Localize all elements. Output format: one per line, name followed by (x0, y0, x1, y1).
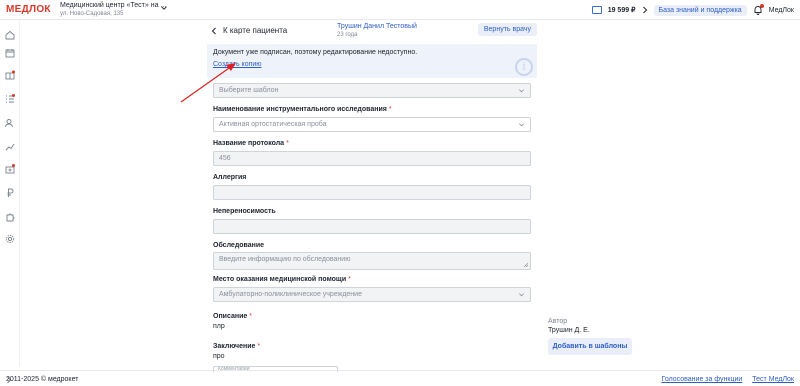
clinic-name: Медицинский центр «Тест» на ... (60, 2, 167, 9)
calendar-icon[interactable] (5, 48, 15, 58)
chevron-right-icon[interactable] (642, 6, 648, 14)
gift-icon[interactable] (5, 70, 15, 80)
description-value: плр (213, 323, 225, 330)
patient-name: Трушин Данил Тестовый (337, 23, 417, 30)
author-name: Трушин Д. Е. (548, 327, 590, 334)
add-to-templates-button[interactable]: Добавить в шаблоны (548, 338, 632, 355)
ruble-icon[interactable] (5, 188, 15, 198)
brand-label: МедЛок (768, 6, 794, 14)
study-value: Активная ортостатическая проба (219, 121, 327, 128)
author-block: Автор Трушин Д. Е. (548, 317, 590, 335)
conclusion-value: про (213, 353, 225, 360)
create-copy-link[interactable]: Создать копию (213, 61, 262, 68)
footer-links: Голосование за функции Тест МедЛок (662, 376, 794, 383)
exam-placeholder: Введите информацию по обследованию (219, 256, 351, 263)
chevron-down-icon (519, 123, 524, 127)
patient-age: 23 года (337, 32, 358, 38)
protocol-input[interactable]: 456 (213, 151, 531, 166)
protocol-value: 456 (219, 155, 231, 162)
template-placeholder: Выберите шаблон (219, 87, 279, 94)
chevron-down-icon (519, 89, 524, 93)
description-label: Описание * (213, 313, 253, 320)
template-select[interactable]: Выберите шаблон (213, 83, 531, 98)
chevron-down-icon[interactable] (160, 4, 168, 12)
vote-link[interactable]: Голосование за функции (662, 376, 743, 383)
place-select[interactable]: Амбулаторно-поликлиническое учреждение (213, 287, 531, 302)
back-to-card-link[interactable]: К карте пациента (211, 26, 287, 35)
footer: 2011-2025 © медрокет Голосование за функ… (0, 370, 800, 386)
study-select[interactable]: Активная ортостатическая проба (213, 117, 531, 132)
return-to-doctor-button[interactable]: Вернуть врачу (477, 23, 537, 36)
clinic-selector[interactable]: Медицинский центр «Тест» на ... ул. Ново… (60, 1, 166, 19)
top-right-controls: 19 599 ₽ База знаний и поддержка МедЛок (591, 2, 794, 18)
copyright: 2011-2025 © медрокет (6, 376, 79, 383)
sidebar (0, 20, 20, 384)
conclusion-label: Заключение * (213, 343, 261, 350)
place-value: Амбулаторно-поликлиническое учреждение (219, 291, 362, 298)
notification-dot (759, 4, 764, 8)
tasks-icon[interactable] (5, 94, 15, 104)
analytics-icon[interactable] (5, 142, 15, 152)
top-bar: МЕДЛОК Медицинский центр «Тест» на ... у… (0, 0, 800, 20)
home-icon[interactable] (5, 30, 15, 40)
patients-icon[interactable] (5, 118, 15, 128)
logo[interactable]: МЕДЛОК (6, 4, 51, 15)
info-icon: i (515, 58, 533, 76)
author-label: Автор (548, 318, 568, 325)
allergy-input[interactable] (213, 185, 531, 200)
intolerance-label: Непереносимость (213, 208, 276, 215)
test-link[interactable]: Тест МедЛок (752, 376, 794, 383)
settings-icon[interactable] (5, 234, 15, 244)
balance[interactable]: 19 599 ₽ (608, 6, 636, 14)
wallet-icon (591, 6, 602, 14)
knowledge-base-button[interactable]: База знаний и поддержка (653, 4, 747, 16)
exam-label: Обследование (213, 242, 265, 249)
exam-textarea[interactable]: Введите информацию по обследованию (213, 252, 531, 270)
puzzle-icon[interactable] (5, 212, 15, 222)
place-label: Место оказания медицинской помощи * (213, 276, 351, 283)
patient-info[interactable]: Трушин Данил Тестовый 23 года (337, 22, 417, 40)
protocol-label: Название протокола * (213, 140, 289, 147)
signed-notice: Документ уже подписан, поэтому редактиро… (207, 44, 537, 78)
clinic-address: ул. Ново-Садовая, 135 (60, 11, 124, 17)
chevron-down-icon (519, 293, 524, 297)
medkit-icon[interactable] (5, 164, 15, 174)
chevron-left-icon (211, 27, 216, 34)
bell-icon[interactable] (753, 4, 764, 15)
page-header: К карте пациента Трушин Данил Тестовый 2… (207, 22, 537, 40)
intolerance-input[interactable] (213, 219, 531, 234)
back-label: К карте пациента (223, 26, 288, 35)
allergy-label: Аллергия (213, 174, 247, 181)
resize-grip-icon[interactable] (523, 262, 528, 267)
notice-text: Документ уже подписан, поэтому редактиро… (213, 49, 418, 56)
study-label: Наименование инструментального исследова… (213, 106, 392, 113)
